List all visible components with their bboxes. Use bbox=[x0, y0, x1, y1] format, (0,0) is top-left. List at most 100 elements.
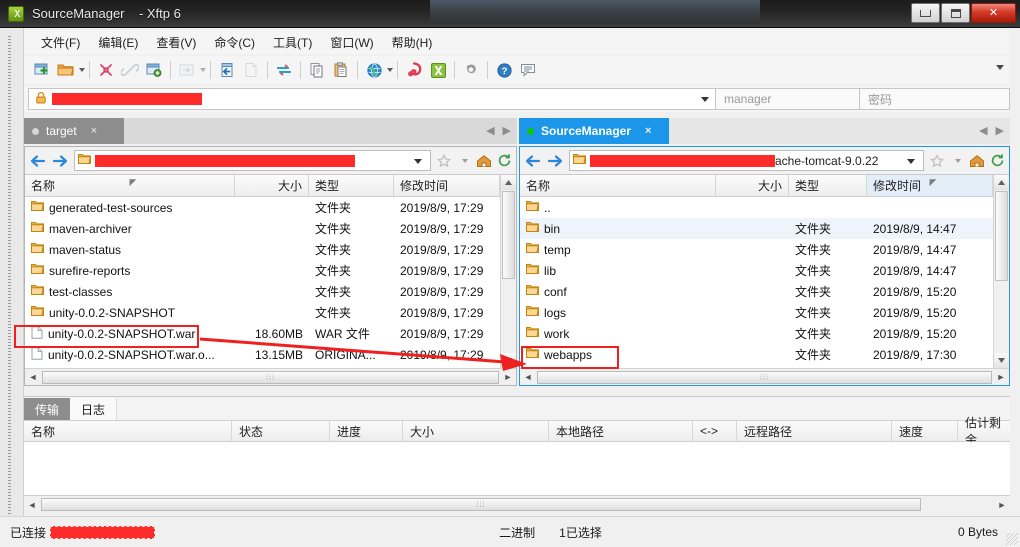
remote-refresh-icon[interactable] bbox=[987, 150, 1007, 172]
local-home-icon[interactable] bbox=[474, 150, 494, 172]
local-back-icon[interactable] bbox=[27, 150, 49, 172]
transfer-col-speed[interactable]: 速度 bbox=[892, 421, 958, 441]
maximize-button[interactable] bbox=[941, 3, 970, 23]
remote-col-modified[interactable]: 修改时间 ◤ bbox=[867, 175, 993, 196]
local-hscroll-left-icon[interactable]: ◄ bbox=[25, 370, 41, 385]
local-vertical-scrollbar[interactable] bbox=[500, 175, 516, 368]
toolbar-overflow-icon[interactable] bbox=[996, 65, 1004, 70]
tab-log[interactable]: 日志 bbox=[70, 398, 118, 420]
menu-help[interactable]: 帮助(H) bbox=[383, 31, 442, 54]
xshell-icon[interactable] bbox=[403, 59, 425, 81]
local-scroll-up-icon[interactable] bbox=[501, 175, 516, 190]
minimize-button[interactable] bbox=[911, 3, 940, 23]
tab-target-close-icon[interactable]: × bbox=[91, 125, 97, 137]
close-button[interactable]: ✕ bbox=[971, 3, 1016, 23]
transfer-col-progress[interactable]: 进度 bbox=[330, 421, 403, 441]
table-row[interactable]: work 文件夹 2019/8/9, 15:20 bbox=[520, 323, 1009, 344]
local-bookmark-dropdown-icon[interactable] bbox=[454, 150, 474, 172]
menu-edit[interactable]: 编辑(E) bbox=[89, 31, 147, 54]
remote-col-size[interactable]: 大小 bbox=[716, 175, 789, 196]
table-row[interactable]: webapps 文件夹 2019/8/9, 17:30 bbox=[520, 344, 1009, 365]
transfer-hscroll-left-icon[interactable]: ◄ bbox=[24, 497, 40, 512]
left-tab-next-icon[interactable]: ▶ bbox=[503, 124, 511, 138]
local-forward-icon[interactable] bbox=[49, 150, 71, 172]
table-row[interactable]: temp 文件夹 2019/8/9, 14:47 bbox=[520, 239, 1009, 260]
transfer-col-status[interactable]: 状态 bbox=[232, 421, 330, 441]
transfer-col-localpath[interactable]: 本地路径 bbox=[549, 421, 693, 441]
remote-horizontal-scrollbar[interactable]: ◄ ⦙⦙⦙ ► bbox=[520, 368, 1009, 385]
remote-bookmark-icon[interactable] bbox=[927, 150, 947, 172]
new-session-icon[interactable] bbox=[31, 59, 53, 81]
local-scroll-down-icon[interactable] bbox=[501, 353, 516, 368]
paste-icon[interactable] bbox=[330, 59, 352, 81]
transfer-col-name[interactable]: 名称 bbox=[24, 421, 232, 441]
transfer-col-eta[interactable]: 估计剩余.. bbox=[958, 416, 1010, 447]
remote-vertical-scrollbar[interactable] bbox=[993, 175, 1009, 368]
table-row[interactable]: generated-test-sources 文件夹 2019/8/9, 17:29 bbox=[25, 197, 516, 218]
right-tab-prev-icon[interactable]: ◀ bbox=[979, 124, 987, 138]
remote-bookmark-dropdown-icon[interactable] bbox=[947, 150, 967, 172]
menu-window[interactable]: 窗口(W) bbox=[321, 31, 382, 54]
globe-dropdown-icon[interactable] bbox=[387, 68, 393, 72]
transfer-col-remotepath[interactable]: 远程路径 bbox=[737, 421, 892, 441]
local-col-name[interactable]: 名称 ◤ bbox=[25, 175, 235, 196]
remote-scroll-up-icon[interactable] bbox=[994, 175, 1009, 190]
transfer-horizontal-scrollbar[interactable]: ◄ ⦙⦙⦙ ► bbox=[24, 496, 1010, 513]
local-path-input[interactable] bbox=[74, 150, 431, 171]
local-scroll-thumb[interactable] bbox=[502, 191, 515, 279]
upload-icon[interactable] bbox=[216, 59, 238, 81]
menu-command[interactable]: 命令(C) bbox=[205, 31, 264, 54]
password-input[interactable]: 密码 bbox=[860, 88, 1010, 110]
menu-tools[interactable]: 工具(T) bbox=[264, 31, 321, 54]
right-tab-next-icon[interactable]: ▶ bbox=[996, 124, 1004, 138]
transfer-hscroll-right-icon[interactable]: ► bbox=[994, 497, 1010, 512]
local-hscroll-right-icon[interactable]: ► bbox=[500, 370, 516, 385]
feedback-icon[interactable] bbox=[517, 59, 539, 81]
remote-col-type[interactable]: 类型 bbox=[789, 175, 867, 196]
local-hscroll-thumb[interactable]: ⦙⦙⦙ bbox=[42, 370, 499, 384]
local-refresh-icon[interactable] bbox=[494, 150, 514, 172]
transfer-hscroll-thumb[interactable]: ⦙⦙⦙ bbox=[41, 498, 921, 511]
transfer-col-direction[interactable]: <-> bbox=[693, 421, 737, 441]
host-address-input[interactable] bbox=[28, 88, 716, 110]
new-folder-icon[interactable] bbox=[143, 59, 165, 81]
help-icon[interactable]: ? bbox=[493, 59, 515, 81]
local-col-type[interactable]: 类型 bbox=[309, 175, 394, 196]
table-row[interactable]: bin 文件夹 2019/8/9, 14:47 bbox=[520, 218, 1009, 239]
remote-scroll-down-icon[interactable] bbox=[994, 353, 1009, 368]
table-row[interactable]: .. bbox=[520, 197, 1009, 218]
remote-back-icon[interactable] bbox=[522, 150, 544, 172]
open-folder-icon[interactable] bbox=[55, 59, 77, 81]
local-col-size[interactable]: 大小 bbox=[235, 175, 309, 196]
remote-path-input[interactable]: ache-tomcat-9.0.22 bbox=[569, 150, 924, 171]
table-row[interactable]: lib 文件夹 2019/8/9, 14:47 bbox=[520, 260, 1009, 281]
menu-view[interactable]: 查看(V) bbox=[147, 31, 205, 54]
transfer-col-size[interactable]: 大小 bbox=[403, 421, 549, 441]
left-tab-prev-icon[interactable]: ◀ bbox=[486, 124, 494, 138]
local-bookmark-icon[interactable] bbox=[434, 150, 454, 172]
local-col-modified[interactable]: 修改时间 bbox=[394, 175, 500, 196]
tab-sourcemanager-close-icon[interactable]: × bbox=[645, 125, 651, 137]
table-row[interactable]: test-classes 文件夹 2019/8/9, 17:29 bbox=[25, 281, 516, 302]
table-row[interactable]: unity-0.0.2-SNAPSHOT.war 18.60MB WAR 文件 201… bbox=[25, 323, 516, 344]
remote-forward-icon[interactable] bbox=[544, 150, 566, 172]
local-file-list[interactable]: generated-test-sources 文件夹 2019/8/9, 17:29… bbox=[25, 197, 516, 365]
tab-sourcemanager[interactable]: SourceManager × bbox=[519, 118, 669, 144]
remote-scroll-thumb[interactable] bbox=[995, 191, 1008, 281]
settings-gear-icon[interactable] bbox=[460, 59, 482, 81]
username-input[interactable]: manager bbox=[716, 88, 860, 110]
remote-file-list[interactable]: .. bin 文件夹 2019/8/9, 14:47 temp 文件夹 2019/8/9, … bbox=[520, 197, 1009, 365]
copy-icon[interactable] bbox=[306, 59, 328, 81]
remote-home-icon[interactable] bbox=[967, 150, 987, 172]
tab-transfer[interactable]: 传输 bbox=[24, 398, 71, 420]
globe-icon[interactable] bbox=[363, 59, 385, 81]
remote-hscroll-thumb[interactable]: ⦙⦙⦙ bbox=[537, 370, 992, 384]
table-row[interactable]: maven-status 文件夹 2019/8/9, 17:29 bbox=[25, 239, 516, 260]
remote-col-name[interactable]: 名称 bbox=[520, 175, 716, 196]
tab-target[interactable]: target × bbox=[24, 118, 124, 144]
local-path-dropdown-icon[interactable] bbox=[414, 159, 422, 164]
menu-file[interactable]: 文件(F) bbox=[32, 31, 89, 54]
remote-path-dropdown-icon[interactable] bbox=[907, 159, 915, 164]
table-row[interactable]: logs 文件夹 2019/8/9, 15:20 bbox=[520, 302, 1009, 323]
sync-browse-icon[interactable] bbox=[273, 59, 295, 81]
